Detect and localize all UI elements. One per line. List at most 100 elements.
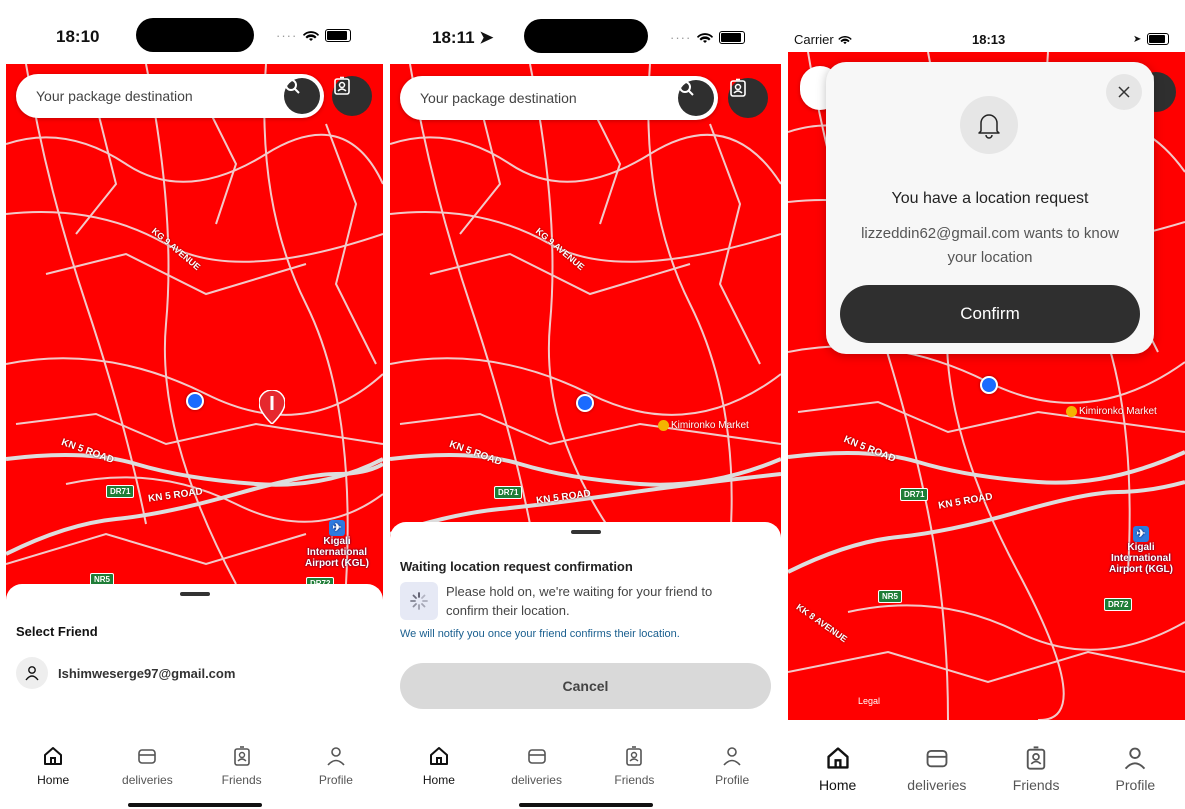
current-location-dot [186,392,204,410]
cancel-label: Cancel [562,678,609,694]
dynamic-island [524,19,648,53]
screen-3: Carrier 18:13 ➤ KN 5 ROAD KN 5 ROAD KK 8… [788,0,1185,809]
map-label-airport: ✈ Kigali International Airport (KGL) [302,520,372,569]
carrier-text: Carrier [794,32,834,47]
status-time: 18:11 ➤ [432,28,494,48]
battery-icon [719,31,746,44]
tab-friends[interactable]: Friends [586,741,684,809]
sheet-handle[interactable] [179,592,210,596]
cancel-button[interactable]: Cancel [400,663,771,709]
wifi-icon [838,35,852,44]
search-bar[interactable]: Your package destination [16,74,324,118]
home-indicator [518,803,653,807]
waiting-confirmation-sheet: Waiting location request confirmation Pl… [390,522,781,741]
location-arrow-icon: ➤ [1133,33,1142,45]
status-time-text: 18:11 [432,28,475,47]
tab-home[interactable]: Home [390,741,488,809]
carrier-label: Carrier [794,32,852,47]
road-tag-dr72: DR72 [1104,598,1133,611]
market-name: Kimironko Market [1079,406,1157,417]
battery-icon [1147,33,1170,45]
status-bar: Carrier 18:13 ➤ [788,28,1185,50]
contacts-button[interactable] [728,78,768,118]
road-tag-dr71: DR71 [900,488,929,501]
tab-label: Friends [221,773,262,787]
user-icon [723,747,741,766]
friend-email: Ishimweserge97@gmail.com [58,665,236,681]
wifi-icon [303,30,320,41]
tab-deliveries[interactable]: deliveries [100,741,194,809]
signal-icon: ···· [670,30,692,45]
tab-label: Profile [318,773,353,787]
bell-badge [960,96,1018,154]
close-icon [1118,86,1130,98]
map[interactable]: KG 9 AVENUE KN 5 ROAD KN 5 ROAD DR71 NR5… [6,64,383,604]
tab-label: Home [422,773,455,787]
contact-card-icon [730,78,746,97]
location-arrow-icon: ➤ [479,28,494,47]
contacts-button[interactable] [332,76,372,116]
status-time: 18:10 [56,27,100,46]
system-icons: ···· [670,30,746,45]
current-location-dot [576,394,594,412]
tab-label: Friends [614,773,655,787]
dynamic-island [136,18,254,52]
map-poi-market[interactable]: Kimironko Market [658,420,749,431]
search-bar[interactable]: Your package destination [400,76,718,120]
system-icons: ···· [276,28,352,43]
tab-label: deliveries [122,773,173,787]
close-button[interactable] [1106,74,1142,110]
tab-friends[interactable]: Friends [987,721,1086,809]
road-tag-dr71: DR71 [494,486,523,499]
market-name: Kimironko Market [671,420,749,431]
search-button[interactable] [678,80,714,116]
tab-bar: Home deliveries Friends Profile [788,721,1185,809]
confirm-button[interactable]: Confirm [840,285,1140,343]
tab-bar: Home deliveries Friends Profile [390,741,781,809]
bell-icon [978,114,1000,139]
confirm-label: Confirm [960,304,1020,323]
sheet-handle[interactable] [570,530,601,534]
user-icon [1125,747,1146,770]
package-icon [527,749,546,764]
tab-deliveries[interactable]: deliveries [488,741,586,809]
home-indicator [127,803,262,807]
airport-name: Kigali International Airport (KGL) [305,536,369,569]
tab-label: Home [818,777,857,793]
tab-bar: Home deliveries Friends Profile [6,741,383,809]
notify-note: We will notify you once your friend conf… [400,628,680,640]
tab-profile[interactable]: Profile [289,741,383,809]
sheet-title: Select Friend [16,624,98,639]
map-pin-icon[interactable] [259,390,285,424]
shopping-cart-icon [658,420,669,431]
map-poi-market[interactable]: Kimironko Market [1066,406,1157,417]
map[interactable]: KG 9 AVENUE KN 5 ROAD KN 5 ROAD DR71 Kim… [390,64,781,544]
tab-label: Profile [1115,777,1156,793]
contact-card-icon [233,746,250,766]
map-roads [390,64,781,544]
tab-home[interactable]: Home [6,741,100,809]
map-legal[interactable]: Legal [858,696,880,706]
search-button[interactable] [284,78,320,114]
user-icon [327,747,345,766]
status-bar: 18:11 ➤ ···· [390,0,781,64]
tab-label: Home [37,773,70,787]
user-icon [25,666,39,681]
home-icon [826,747,849,769]
airport-name: Kigali International Airport (KGL) [1109,542,1173,575]
tab-friends[interactable]: Friends [195,741,289,809]
home-icon [44,747,63,765]
modal-title: You have a location request [891,190,1089,207]
tab-profile[interactable]: Profile [683,741,781,809]
signal-icon: ···· [276,28,298,43]
tab-home[interactable]: Home [788,721,887,809]
shopping-cart-icon [1066,406,1077,417]
airport-icon: ✈ [1133,526,1149,542]
tab-profile[interactable]: Profile [1086,721,1185,809]
waiting-message-row: Please hold on, we're waiting for your f… [400,582,740,620]
battery-icon [325,29,352,42]
tab-deliveries[interactable]: deliveries [887,721,986,809]
modal-message: lizzeddin62@gmail.com wants to know your… [861,225,1119,266]
system-icons: ➤ [1133,33,1170,45]
friend-list-item[interactable]: Ishimweserge97@gmail.com [16,657,235,689]
